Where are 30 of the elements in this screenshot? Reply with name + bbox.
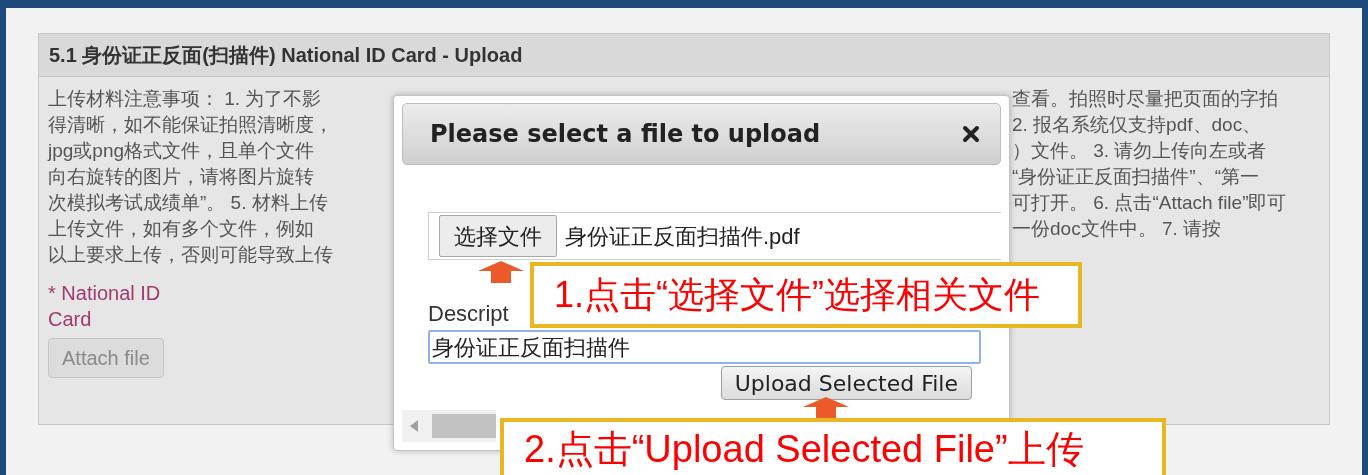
notes-text: 查看。拍照时尽量把页面的字拍 <box>1012 87 1279 111</box>
arrow-icon <box>803 397 849 419</box>
notes-text: 次模拟考试成绩单”。 5. 材料上传 <box>48 191 329 215</box>
scroll-left-icon[interactable] <box>410 420 418 432</box>
description-label: Descript <box>428 300 509 328</box>
notes-text: 上传材料注意事项： 1. 为了不影 <box>48 87 323 111</box>
notes-text: 一份doc文件中。 7. 请按 <box>1012 217 1223 241</box>
close-icon[interactable] <box>962 125 980 143</box>
choose-file-button[interactable]: 选择文件 <box>439 215 557 257</box>
dialog-title: Please select a file to upload <box>430 119 821 150</box>
notes-text: jpg或png格式文件，且单个文件 <box>48 139 316 163</box>
description-field[interactable]: 身份证正反面扫描件 <box>428 330 981 364</box>
horizontal-scrollbar[interactable] <box>402 410 496 442</box>
callout-text: 1.点击“选择文件”选择相关文件 <box>554 273 1040 317</box>
notes-text: 可打开。 6. 点击“Attach file”即可 <box>1012 191 1287 215</box>
callout-text: 2.点击“Upload Selected File”上传 <box>524 428 1084 470</box>
notes-text: 2. 报名系统仅支持pdf、doc、 <box>1012 113 1263 137</box>
field-label: * National ID Card <box>48 281 162 332</box>
notes-text: 向右旋转的图片，请将图片旋转 <box>48 165 315 189</box>
notes-text: 以上要求上传，否则可能导致上传 <box>48 243 334 267</box>
notes-text: 上传文件，如有多个文件，例如 <box>48 217 315 241</box>
panel-title: 5.1 身份证正反面(扫描件) National ID Card - Upload <box>49 43 523 68</box>
notes-text: 得清晰，如不能保证拍照清晰度， <box>48 113 334 137</box>
scrollbar-thumb[interactable] <box>432 414 496 438</box>
arrow-icon <box>478 261 524 283</box>
upload-selected-file-button[interactable]: Upload Selected File <box>720 366 972 400</box>
notes-text: ）文件。 3. 请勿上传向左或者 <box>1012 139 1268 163</box>
file-input[interactable]: 选择文件 身份证正反面扫描件.pdf <box>428 212 1001 260</box>
notes-text: “身份证正反面扫描件”、“第一 <box>1012 165 1260 189</box>
file-name: 身份证正反面扫描件.pdf <box>565 222 800 251</box>
